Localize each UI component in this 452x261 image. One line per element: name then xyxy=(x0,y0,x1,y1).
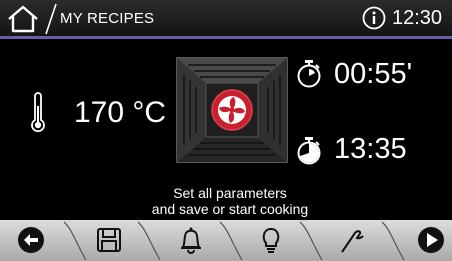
back-arrow-icon[interactable] xyxy=(16,224,46,256)
temperature-value[interactable]: 170 °C xyxy=(74,96,166,130)
end-time-value[interactable]: 13:35 xyxy=(334,133,407,166)
toolbar-divider xyxy=(137,221,161,261)
toolbar-divider xyxy=(381,221,405,261)
probe-icon[interactable] xyxy=(336,224,366,256)
instruction-line-2: and save or start cooking xyxy=(151,201,309,217)
oven-fan-mode-icon[interactable] xyxy=(176,57,288,163)
light-bulb-icon[interactable] xyxy=(256,224,286,256)
toolbar-divider xyxy=(299,221,323,261)
cooking-duration[interactable]: 00:55' xyxy=(334,58,412,91)
clock-time: 12:30 xyxy=(392,7,443,29)
toolbar-divider xyxy=(219,221,243,261)
info-icon[interactable] xyxy=(362,6,386,30)
play-icon[interactable] xyxy=(416,224,446,256)
instruction-line-1: Set all parameters xyxy=(173,185,287,201)
home-icon[interactable] xyxy=(6,4,40,34)
stopwatch-icon xyxy=(297,60,321,88)
thermometer-icon xyxy=(31,92,45,133)
end-time-stopwatch-icon xyxy=(297,137,321,165)
save-disk-icon[interactable] xyxy=(94,224,124,256)
header-accent-line xyxy=(0,36,452,39)
bell-icon[interactable] xyxy=(176,224,206,256)
toolbar-divider xyxy=(63,221,87,261)
page-title: MY RECIPES xyxy=(60,10,155,27)
breadcrumb-separator-icon xyxy=(45,3,57,35)
